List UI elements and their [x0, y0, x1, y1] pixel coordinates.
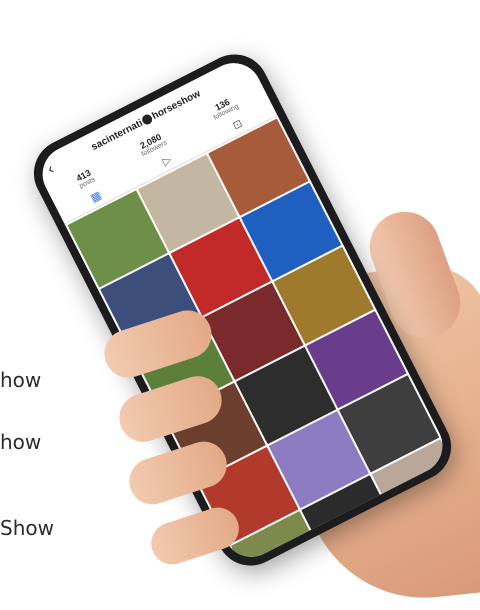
hand-finger-4: [145, 502, 245, 570]
side-label-1: how: [0, 368, 42, 392]
back-arrow-icon[interactable]: ‹: [45, 161, 57, 178]
side-label-3: Show: [0, 516, 54, 540]
grid-icon[interactable]: ▦: [88, 188, 104, 204]
reels-icon[interactable]: ▷: [160, 152, 173, 168]
tagged-icon[interactable]: ⊡: [230, 116, 245, 132]
side-label-2: how: [0, 430, 42, 454]
